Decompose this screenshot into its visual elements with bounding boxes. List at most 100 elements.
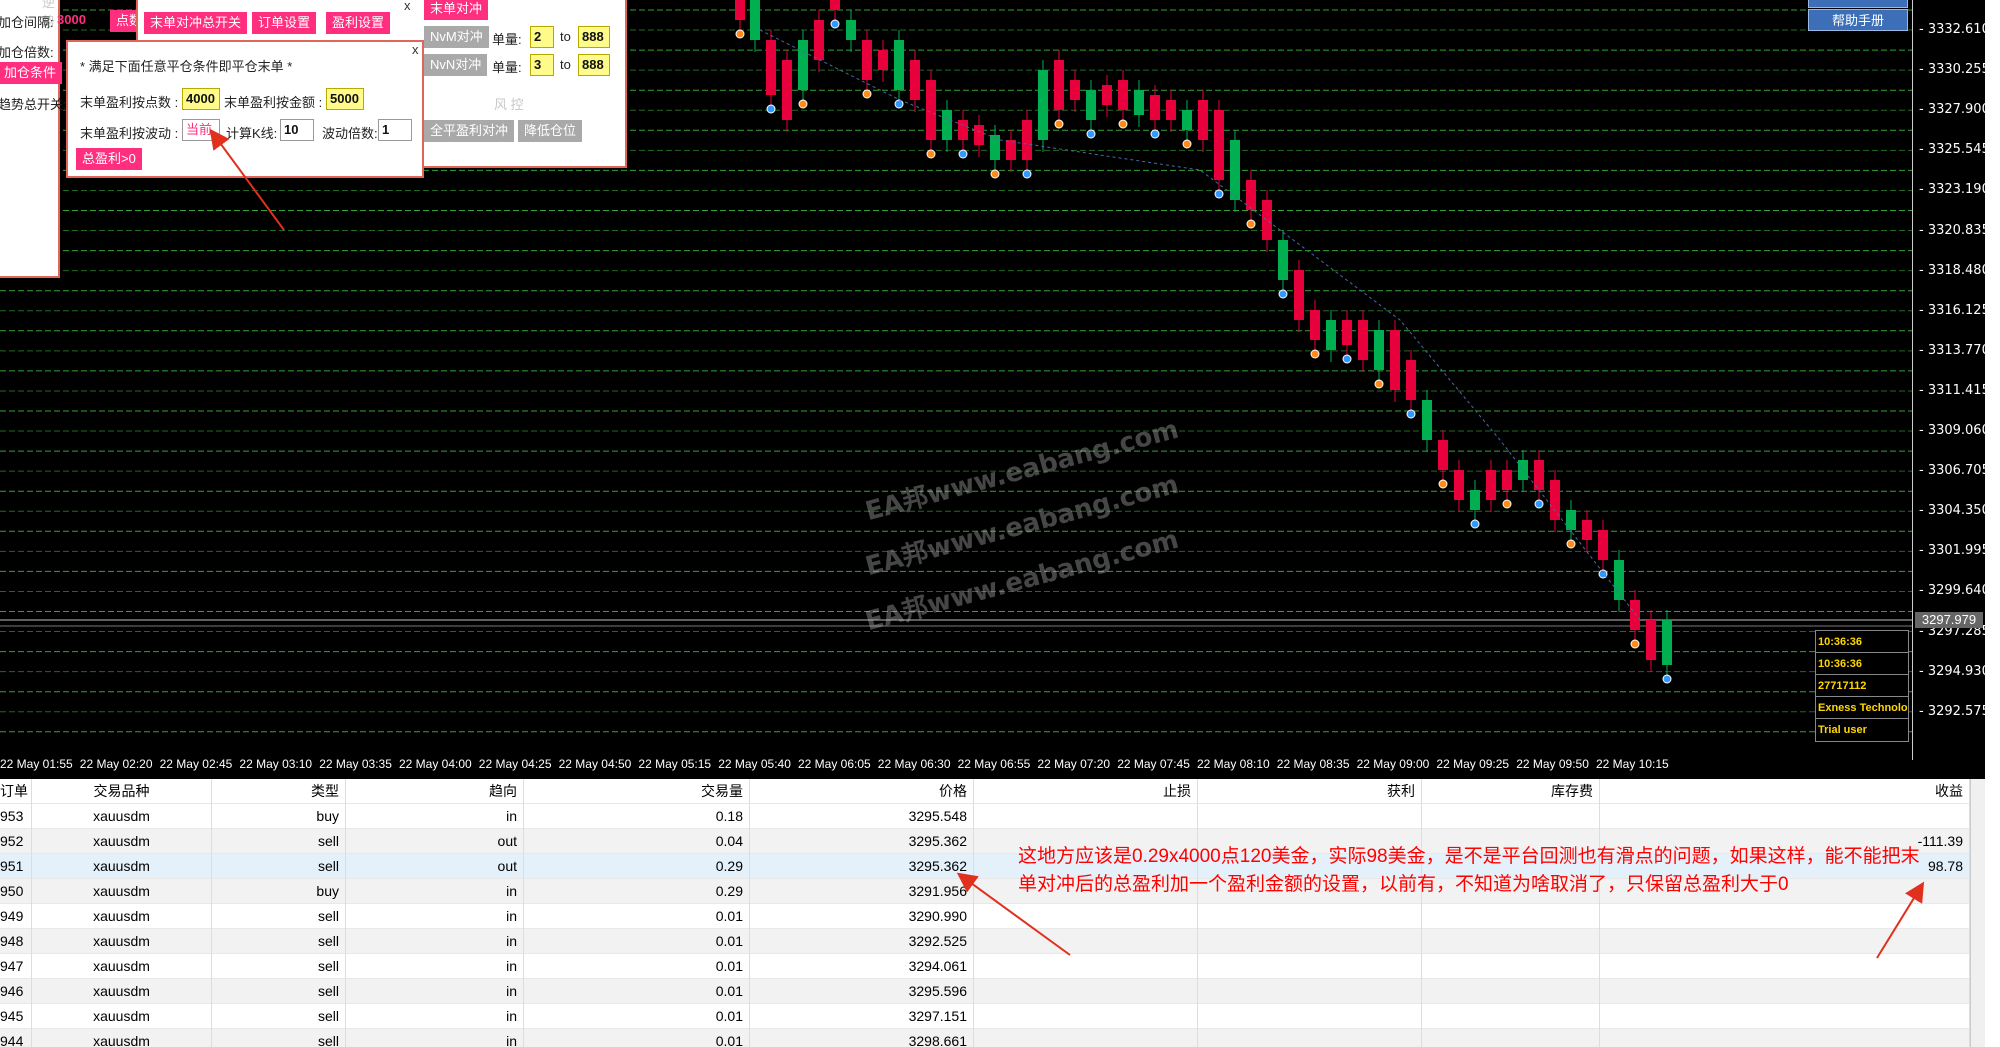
column-header: 库存费 — [1422, 779, 1600, 804]
table-cell: 953 — [0, 804, 32, 829]
time-tick: 22 May 07:45 — [1117, 757, 1190, 771]
settings-button[interactable] — [1808, 0, 1908, 8]
table-scrollbar[interactable] — [1970, 779, 1985, 1047]
time-tick: 22 May 05:40 — [718, 757, 791, 771]
trade-marker — [1406, 409, 1416, 419]
table-row[interactable]: 949 xauusdm sell in 0.01 3290.990 — [0, 904, 1970, 929]
candle-body — [1102, 85, 1112, 105]
price-tick: - 3306.705 — [1919, 463, 1990, 479]
amount-label: 末单盈利按金额 : — [224, 95, 323, 110]
candle-body — [1614, 560, 1624, 600]
candle-body — [894, 40, 904, 90]
candle-body — [798, 40, 808, 90]
last-order-hedge-button[interactable]: 末单对冲 — [424, 0, 489, 20]
trade-marker — [862, 89, 872, 99]
table-cell: 3295.362 — [750, 854, 974, 879]
table-row[interactable]: 948 xauusdm sell in 0.01 3292.525 — [0, 929, 1970, 954]
table-cell — [974, 1004, 1198, 1029]
candle-body — [1022, 120, 1032, 160]
kline-input[interactable]: 10 — [280, 119, 314, 141]
trade-marker — [735, 29, 745, 39]
price-tick: - 3311.415 — [1919, 382, 1990, 398]
time-tick: 22 May 10:15 — [1596, 757, 1669, 771]
local-time: 10:36:36 — [1816, 653, 1908, 675]
amount-input[interactable]: 5000 — [326, 88, 364, 110]
trade-marker — [926, 149, 936, 159]
to-label: to — [560, 57, 571, 72]
candle-body — [1518, 460, 1528, 480]
time-tick: 22 May 06:05 — [798, 757, 871, 771]
candle-body — [1134, 90, 1144, 115]
candle-body — [782, 60, 792, 120]
price-tick: - 3294.930 — [1919, 663, 1990, 679]
candle-body — [1006, 140, 1016, 160]
order-settings-button[interactable]: 订单设置 — [252, 12, 317, 34]
nvn-hedge-button[interactable]: NvN对冲 — [424, 54, 488, 76]
table-cell: 3295.548 — [750, 804, 974, 829]
table-cell: 3298.661 — [750, 1029, 974, 1047]
table-row[interactable]: 946 xauusdm sell in 0.01 3295.596 — [0, 979, 1970, 1004]
points-input[interactable]: 4000 — [182, 88, 220, 110]
trend-switch-label: 趋势总开关: — [0, 97, 67, 112]
table-cell: buy — [212, 804, 346, 829]
candle-body — [1486, 470, 1496, 500]
candle-body — [1438, 440, 1448, 470]
qty-from-input[interactable]: 3 — [530, 54, 554, 76]
table-row[interactable]: 945 xauusdm sell in 0.01 3297.151 — [0, 1004, 1970, 1029]
candle-body — [1662, 620, 1672, 665]
trade-marker — [1566, 539, 1576, 549]
time-tick: 22 May 06:55 — [957, 757, 1031, 771]
qty-label: 单量: — [492, 32, 522, 47]
candle-body — [1566, 510, 1576, 530]
table-cell — [974, 804, 1198, 829]
table-cell: xauusdm — [32, 829, 212, 854]
add-interval-value[interactable]: 3000 — [54, 10, 98, 32]
trade-marker — [1662, 674, 1672, 684]
reduce-position-button[interactable]: 降低仓位 — [518, 120, 583, 142]
table-cell: 3291.956 — [750, 879, 974, 904]
time-tick: 22 May 03:35 — [319, 757, 392, 771]
table-cell — [1422, 954, 1600, 979]
wave-multiplier-input[interactable]: 1 — [378, 119, 412, 141]
table-header: 订单 交易品种 类型 趋向 交易量 价格 止损 获利 库存费 收益 — [0, 779, 1970, 804]
candle-body — [1326, 320, 1336, 350]
table-row[interactable]: 947 xauusdm sell in 0.01 3294.061 — [0, 954, 1970, 979]
server-time: 10:36:36 — [1816, 631, 1908, 653]
close-all-profit-hedge-button[interactable]: 全平盈利对冲 — [424, 120, 515, 142]
table-cell: in — [346, 879, 524, 904]
table-cell: sell — [212, 829, 346, 854]
price-tick: - 3318.480 — [1919, 262, 1990, 278]
qty-to-input[interactable]: 888 — [578, 26, 610, 48]
help-manual-button[interactable]: 帮助手册 — [1808, 9, 1908, 31]
trade-marker — [1374, 379, 1384, 389]
table-cell: buy — [212, 879, 346, 904]
close-icon[interactable]: x — [404, 0, 411, 13]
qty-to-input[interactable]: 888 — [578, 54, 610, 76]
current-wave-button[interactable]: 当前 — [182, 119, 220, 141]
table-cell: 0.01 — [524, 979, 750, 1004]
candle-body — [1358, 320, 1368, 360]
table-row[interactable]: 953 xauusdm buy in 0.18 3295.548 — [0, 804, 1970, 829]
profit-settings-button[interactable]: 盈利设置 — [326, 12, 391, 34]
candle-body — [1198, 100, 1208, 140]
table-cell: 0.18 — [524, 804, 750, 829]
table-row[interactable]: 944 xauusdm sell in 0.01 3298.661 — [0, 1029, 1970, 1047]
hedge-master-switch-button[interactable]: 末单对冲总开关 — [144, 12, 248, 34]
trade-marker — [1502, 499, 1512, 509]
time-tick: 22 May 03:10 — [239, 757, 313, 771]
add-condition-button[interactable]: 加仓条件 — [0, 62, 63, 84]
candle-body — [1454, 470, 1464, 500]
close-icon[interactable]: x — [412, 42, 419, 57]
table-cell: in — [346, 804, 524, 829]
candle-body — [1390, 330, 1400, 390]
nvm-hedge-button[interactable]: NvM对冲 — [424, 26, 489, 48]
table-cell: 3295.362 — [750, 829, 974, 854]
total-profit-positive-button[interactable]: 总盈利>0 — [76, 148, 142, 170]
table-cell: xauusdm — [32, 879, 212, 904]
qty-from-input[interactable]: 2 — [530, 26, 554, 48]
table-cell: 0.01 — [524, 904, 750, 929]
table-cell: 948 — [0, 929, 32, 954]
table-cell: xauusdm — [32, 1029, 212, 1047]
price-tick: - 3327.900 — [1919, 102, 1990, 118]
table-cell: xauusdm — [32, 979, 212, 1004]
